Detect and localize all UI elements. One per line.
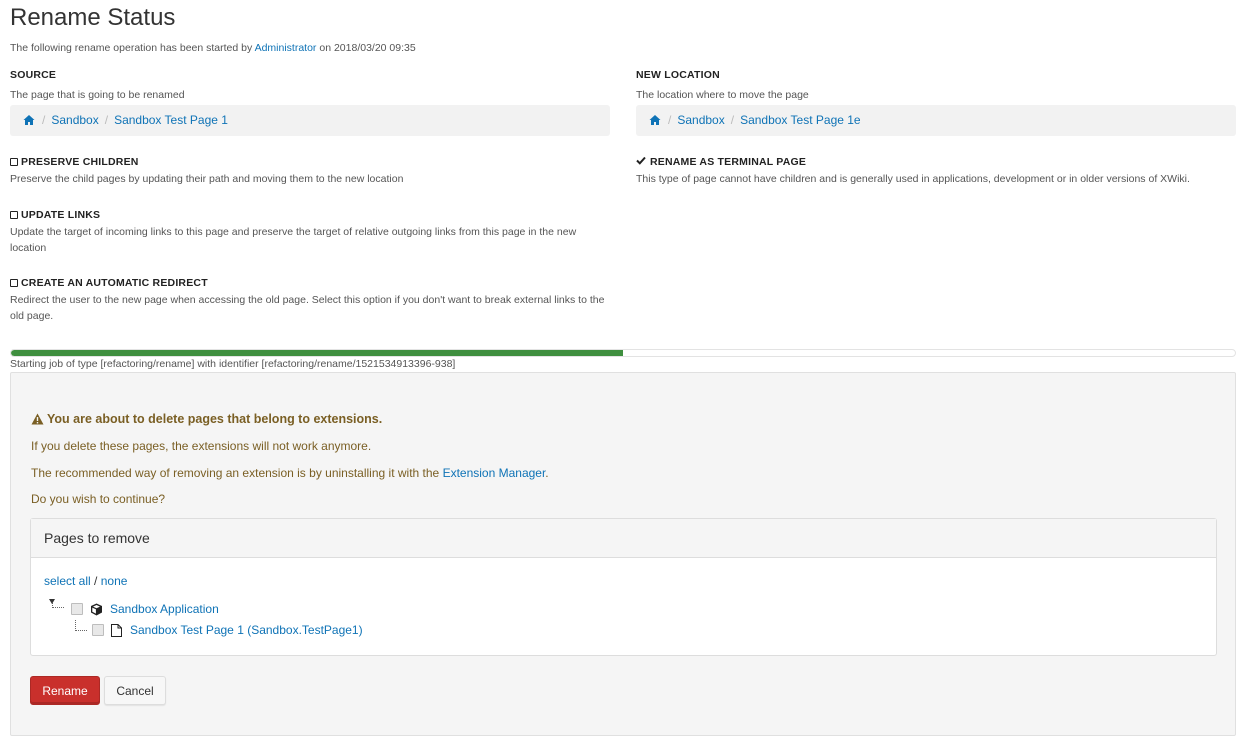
auto-redirect-hint: Redirect the user to the new page when a…	[10, 294, 605, 322]
unchecked-box-icon[interactable]	[10, 279, 18, 287]
warning-line-2: The recommended way of removing an exten…	[31, 466, 549, 480]
select-controls: select all / none	[44, 574, 127, 588]
tree-node-label[interactable]: Sandbox Test Page 1 (Sandbox.TestPage1)	[130, 623, 363, 637]
expand-arrow-icon[interactable]	[49, 599, 56, 605]
breadcrumb-separator: /	[42, 113, 46, 127]
tree-checkbox[interactable]	[92, 624, 104, 636]
option-preserve-children: PRESERVE CHILDREN Preserve the child pag…	[10, 156, 610, 188]
preserve-children-label[interactable]: PRESERVE CHILDREN	[10, 156, 610, 168]
option-terminal-page: RENAME AS TERMINAL PAGE This type of pag…	[636, 156, 1236, 188]
started-by-line: The following rename operation has been …	[10, 42, 416, 54]
warning-line-3: Do you wish to continue?	[31, 492, 166, 506]
new-location-label: NEW LOCATION	[636, 69, 720, 81]
option-auto-redirect: CREATE AN AUTOMATIC REDIRECT Redirect th…	[10, 277, 610, 324]
progress-bar-fill	[11, 350, 623, 356]
pages-to-remove-panel: Pages to remove select all / none Sandbo…	[30, 518, 1217, 656]
tree-node-extension: Sandbox Application	[71, 602, 219, 616]
auto-redirect-text: CREATE AN AUTOMATIC REDIRECT	[21, 277, 208, 289]
terminal-page-text: RENAME AS TERMINAL PAGE	[650, 156, 807, 168]
started-prefix: The following rename operation has been …	[10, 42, 253, 54]
breadcrumb-separator: /	[104, 113, 109, 127]
breadcrumb-separator: /	[668, 113, 672, 127]
home-icon[interactable]	[649, 114, 661, 126]
user-link[interactable]: Administrator	[255, 42, 317, 54]
warning-line-2-text: The recommended way of removing an exten…	[31, 466, 440, 480]
option-update-links: UPDATE LINKS Update the target of incomi…	[10, 209, 610, 256]
preserve-children-hint: Preserve the child pages by updating the…	[10, 173, 404, 185]
pages-to-remove-heading: Pages to remove	[31, 519, 1216, 558]
tree-node-page: Sandbox Test Page 1 (Sandbox.TestPage1)	[92, 623, 363, 637]
new-location-section: NEW LOCATION The location where to move …	[636, 69, 1236, 136]
checkmark-icon[interactable]	[636, 156, 647, 168]
home-icon[interactable]	[23, 114, 35, 126]
progress-status-text: Starting job of type [refactoring/rename…	[10, 358, 456, 370]
warning-icon	[31, 413, 44, 425]
page-title: Rename Status	[10, 4, 176, 31]
tree-node-label[interactable]: Sandbox Application	[110, 602, 219, 616]
unchecked-box-icon[interactable]	[10, 158, 18, 166]
new-location-hint: The location where to move the page	[636, 89, 809, 101]
breadcrumb-separator: /	[730, 113, 735, 127]
preserve-children-text: PRESERVE CHILDREN	[21, 156, 139, 168]
update-links-text: UPDATE LINKS	[21, 209, 101, 221]
warning-title-text: You are about to delete pages that belon…	[47, 412, 383, 426]
started-suffix: on 2018/03/20 09:35	[319, 42, 416, 54]
auto-redirect-label[interactable]: CREATE AN AUTOMATIC REDIRECT	[10, 277, 610, 289]
warning-line-2-suffix: .	[545, 466, 549, 480]
terminal-page-hint: This type of page cannot have children a…	[636, 173, 1190, 185]
tree-connector	[75, 620, 87, 631]
breadcrumb-item[interactable]: Sandbox Test Page 1	[114, 113, 228, 127]
breadcrumb-item[interactable]: Sandbox	[677, 113, 724, 127]
unchecked-box-icon[interactable]	[10, 211, 18, 219]
update-links-label[interactable]: UPDATE LINKS	[10, 209, 610, 221]
source-hint: The page that is going to be renamed	[10, 89, 185, 101]
update-links-hint: Update the target of incoming links to t…	[10, 226, 577, 254]
extension-manager-link[interactable]: Extension Manager	[443, 466, 546, 480]
source-label: SOURCE	[10, 69, 57, 81]
extension-warning-panel: You are about to delete pages that belon…	[10, 372, 1236, 736]
progress-bar	[10, 349, 1236, 357]
new-location-breadcrumb: / Sandbox / Sandbox Test Page 1e	[636, 104, 1236, 136]
select-all-link[interactable]: select all	[44, 574, 91, 588]
page-icon	[111, 623, 122, 637]
breadcrumb-item[interactable]: Sandbox	[51, 113, 98, 127]
source-section: SOURCE The page that is going to be rena…	[10, 69, 610, 136]
select-none-link[interactable]: none	[101, 574, 128, 588]
tree-checkbox[interactable]	[71, 603, 83, 615]
extension-icon	[91, 603, 102, 615]
warning-line-1: If you delete these pages, the extension…	[31, 439, 372, 453]
source-breadcrumb: / Sandbox / Sandbox Test Page 1	[10, 104, 610, 136]
select-separator: /	[94, 574, 98, 588]
cancel-button[interactable]: Cancel	[104, 676, 166, 705]
warning-title: You are about to delete pages that belon…	[31, 412, 382, 426]
rename-button[interactable]: Rename	[30, 676, 100, 705]
breadcrumb-item[interactable]: Sandbox Test Page 1e	[740, 113, 861, 127]
terminal-page-label[interactable]: RENAME AS TERMINAL PAGE	[636, 156, 1236, 168]
